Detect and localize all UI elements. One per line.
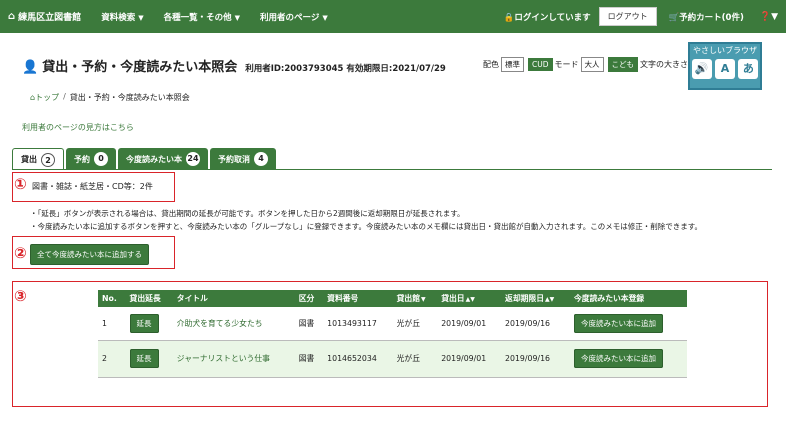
annotation-number-1: ① xyxy=(14,175,27,193)
hiragana-icon: あ xyxy=(738,59,759,79)
extend-cell: 延長 xyxy=(125,340,173,378)
row-no: 1 xyxy=(98,307,126,341)
col-item-id: 資料番号 xyxy=(323,290,393,307)
add-all-to-want-to-read-button[interactable]: 全て今度読みたい本に追加する xyxy=(30,244,149,265)
col-extend: 貸出延長 xyxy=(125,290,173,307)
top-nav: ⌂ 練馬区立図書館 資料検索 ▼ 各種一覧・その他 ▼ 利用者のページ ▼ 🔒ログイン… xyxy=(0,0,786,33)
color-cud-button[interactable]: CUD xyxy=(528,58,553,71)
tab-want-to-read[interactable]: 今度読みたい本 24 xyxy=(118,148,208,170)
add-to-want-to-read-button[interactable]: 今度読みたい本に追加 xyxy=(574,349,664,368)
sort-icon: ▲▼ xyxy=(545,296,555,303)
home-icon: ⌂ xyxy=(8,11,16,22)
caret-down-icon: ▼ xyxy=(138,13,144,22)
add-to-want-to-read-button[interactable]: 今度読みたい本に追加 xyxy=(574,313,664,333)
row-branch: 光が丘 xyxy=(392,307,438,341)
book-title-link[interactable]: ジャーナリストという仕事 xyxy=(172,340,295,378)
col-branch[interactable]: 貸出館▼ xyxy=(392,290,438,307)
annotation-number-2: ② xyxy=(14,244,27,262)
add-cell: 今度読みたい本に追加 xyxy=(570,340,687,378)
caret-down-icon: ▼ xyxy=(234,13,240,22)
tab-count-badge: 24 xyxy=(186,152,200,166)
easy-browser-button[interactable]: やさしいブラウザ 🔊 A あ xyxy=(688,42,762,90)
nav-user-page-menu[interactable]: 利用者のページ ▼ xyxy=(260,11,328,23)
mode-child-button[interactable]: こども xyxy=(607,57,639,72)
table-header-row: No. 貸出延長 タイトル 区分 資料番号 貸出館▼ 貸出日▲▼ 返却期限日▲▼… xyxy=(98,290,687,307)
tab-count-badge: 0 xyxy=(94,152,108,166)
note-want-to-read: ・今度読みたい本に追加するボタンを押すと、今度読みたい本の「グループなし」に登録… xyxy=(30,222,702,231)
tab-loans[interactable]: 貸出 2 xyxy=(12,148,64,170)
user-meta: 利用者ID:2003793045 有効期限日:2021/07/29 xyxy=(245,64,446,74)
col-want-to-read: 今度読みたい本登録 xyxy=(570,290,687,307)
row-item-id: 1013493117 xyxy=(323,307,393,341)
easy-browser-label: やさしいブラウザ xyxy=(693,46,757,55)
row-category: 図書 xyxy=(294,307,324,341)
annotation-number-3: ③ xyxy=(14,287,27,305)
row-lent-date: 2019/09/01 xyxy=(437,340,502,378)
add-cell: 今度読みたい本に追加 xyxy=(570,307,687,341)
mode-adult-button[interactable]: 大人 xyxy=(580,57,604,72)
extend-button[interactable]: 延長 xyxy=(129,313,159,333)
col-category: 区分 xyxy=(294,290,324,307)
row-no: 2 xyxy=(98,340,126,378)
sort-icon: ▼ xyxy=(421,296,426,303)
help-menu[interactable]: ❓▼ xyxy=(760,12,778,22)
row-lent-date: 2019/09/01 xyxy=(437,307,502,341)
font-size-label: 文字の大きさ xyxy=(640,60,689,69)
caret-down-icon: ▼ xyxy=(771,11,778,22)
breadcrumb: ⌂トップ / 貸出・予約・今度読みたい本照会 xyxy=(30,92,190,103)
color-scheme-label: 配色 xyxy=(483,60,499,69)
breadcrumb-current: 貸出・予約・今度読みたい本照会 xyxy=(69,93,190,102)
tab-bar: 貸出 2 予約 0 今度読みたい本 24 予約取消 4 xyxy=(12,148,278,170)
library-brand-link[interactable]: ⌂ 練馬区立図書館 xyxy=(8,10,81,23)
col-title: タイトル xyxy=(172,290,295,307)
note-extend: ・「延長」ボタンが表示される場合は、貸出期間の延長が可能です。ボタンを押した日か… xyxy=(30,209,465,218)
font-size-icon: A xyxy=(714,59,735,79)
tab-count-badge: 2 xyxy=(41,152,55,167)
col-lent-date[interactable]: 貸出日▲▼ xyxy=(437,290,502,307)
logout-button[interactable]: ログアウト xyxy=(598,7,657,26)
row-due-date: 2019/09/16 xyxy=(501,340,571,378)
tab-divider xyxy=(12,169,772,170)
tab-cancelled-reservations[interactable]: 予約取消 4 xyxy=(210,148,276,170)
breadcrumb-separator: / xyxy=(63,92,66,101)
col-no: No. xyxy=(98,290,126,307)
nav-right: 🔒ログインしています ログアウト 🛒予約カート(0件) ❓▼ xyxy=(504,0,778,33)
login-status: 🔒ログインしています xyxy=(503,12,591,23)
sort-icon: ▲▼ xyxy=(465,296,475,303)
row-item-id: 1014652034 xyxy=(323,340,393,378)
help-icon: ❓ xyxy=(759,11,772,22)
table-row: 2 延長 ジャーナリストという仕事 図書 1014652034 光が丘 2019… xyxy=(98,340,687,378)
row-category: 図書 xyxy=(294,340,324,378)
breadcrumb-home[interactable]: ⌂トップ xyxy=(30,92,59,103)
table-row: 1 延長 介助犬を育てる少女たち 図書 1013493117 光が丘 2019/… xyxy=(98,307,687,341)
row-branch: 光が丘 xyxy=(392,340,438,378)
reservation-cart-link[interactable]: 🛒予約カート(0件) xyxy=(669,11,744,23)
tab-count-badge: 4 xyxy=(254,152,268,166)
tab-reservations[interactable]: 予約 0 xyxy=(66,148,116,170)
extend-cell: 延長 xyxy=(125,307,173,341)
page-header: 👤 貸出・予約・今度読みたい本照会 利用者ID:2003793045 有効期限日… xyxy=(22,56,446,75)
page-title: 貸出・予約・今度読みたい本照会 xyxy=(42,60,238,75)
mode-label: モード xyxy=(554,60,579,69)
brand-label: 練馬区立図書館 xyxy=(18,13,82,23)
col-due-date[interactable]: 返却期限日▲▼ xyxy=(501,290,571,307)
nav-lists-menu[interactable]: 各種一覧・その他 ▼ xyxy=(164,11,240,23)
row-due-date: 2019/09/16 xyxy=(501,307,571,341)
lock-icon: 🔒 xyxy=(503,12,515,23)
color-standard-button[interactable]: 標準 xyxy=(501,57,524,72)
speaker-icon: 🔊 xyxy=(691,59,712,79)
user-page-help-link[interactable]: 利用者のページの見方はこちら xyxy=(22,122,134,133)
caret-down-icon: ▼ xyxy=(322,13,328,22)
book-title-link[interactable]: 介助犬を育てる少女たち xyxy=(172,307,295,341)
extend-button[interactable]: 延長 xyxy=(129,349,159,368)
loans-table: No. 貸出延長 タイトル 区分 資料番号 貸出館▼ 貸出日▲▼ 返却期限日▲▼… xyxy=(98,290,687,378)
user-icon: 👤 xyxy=(22,60,39,75)
cart-icon: 🛒 xyxy=(668,12,680,23)
nav-search-menu[interactable]: 資料検索 ▼ xyxy=(101,11,143,23)
items-count: 図書・雑誌・紙芝居・CD等：2件 xyxy=(32,182,153,191)
